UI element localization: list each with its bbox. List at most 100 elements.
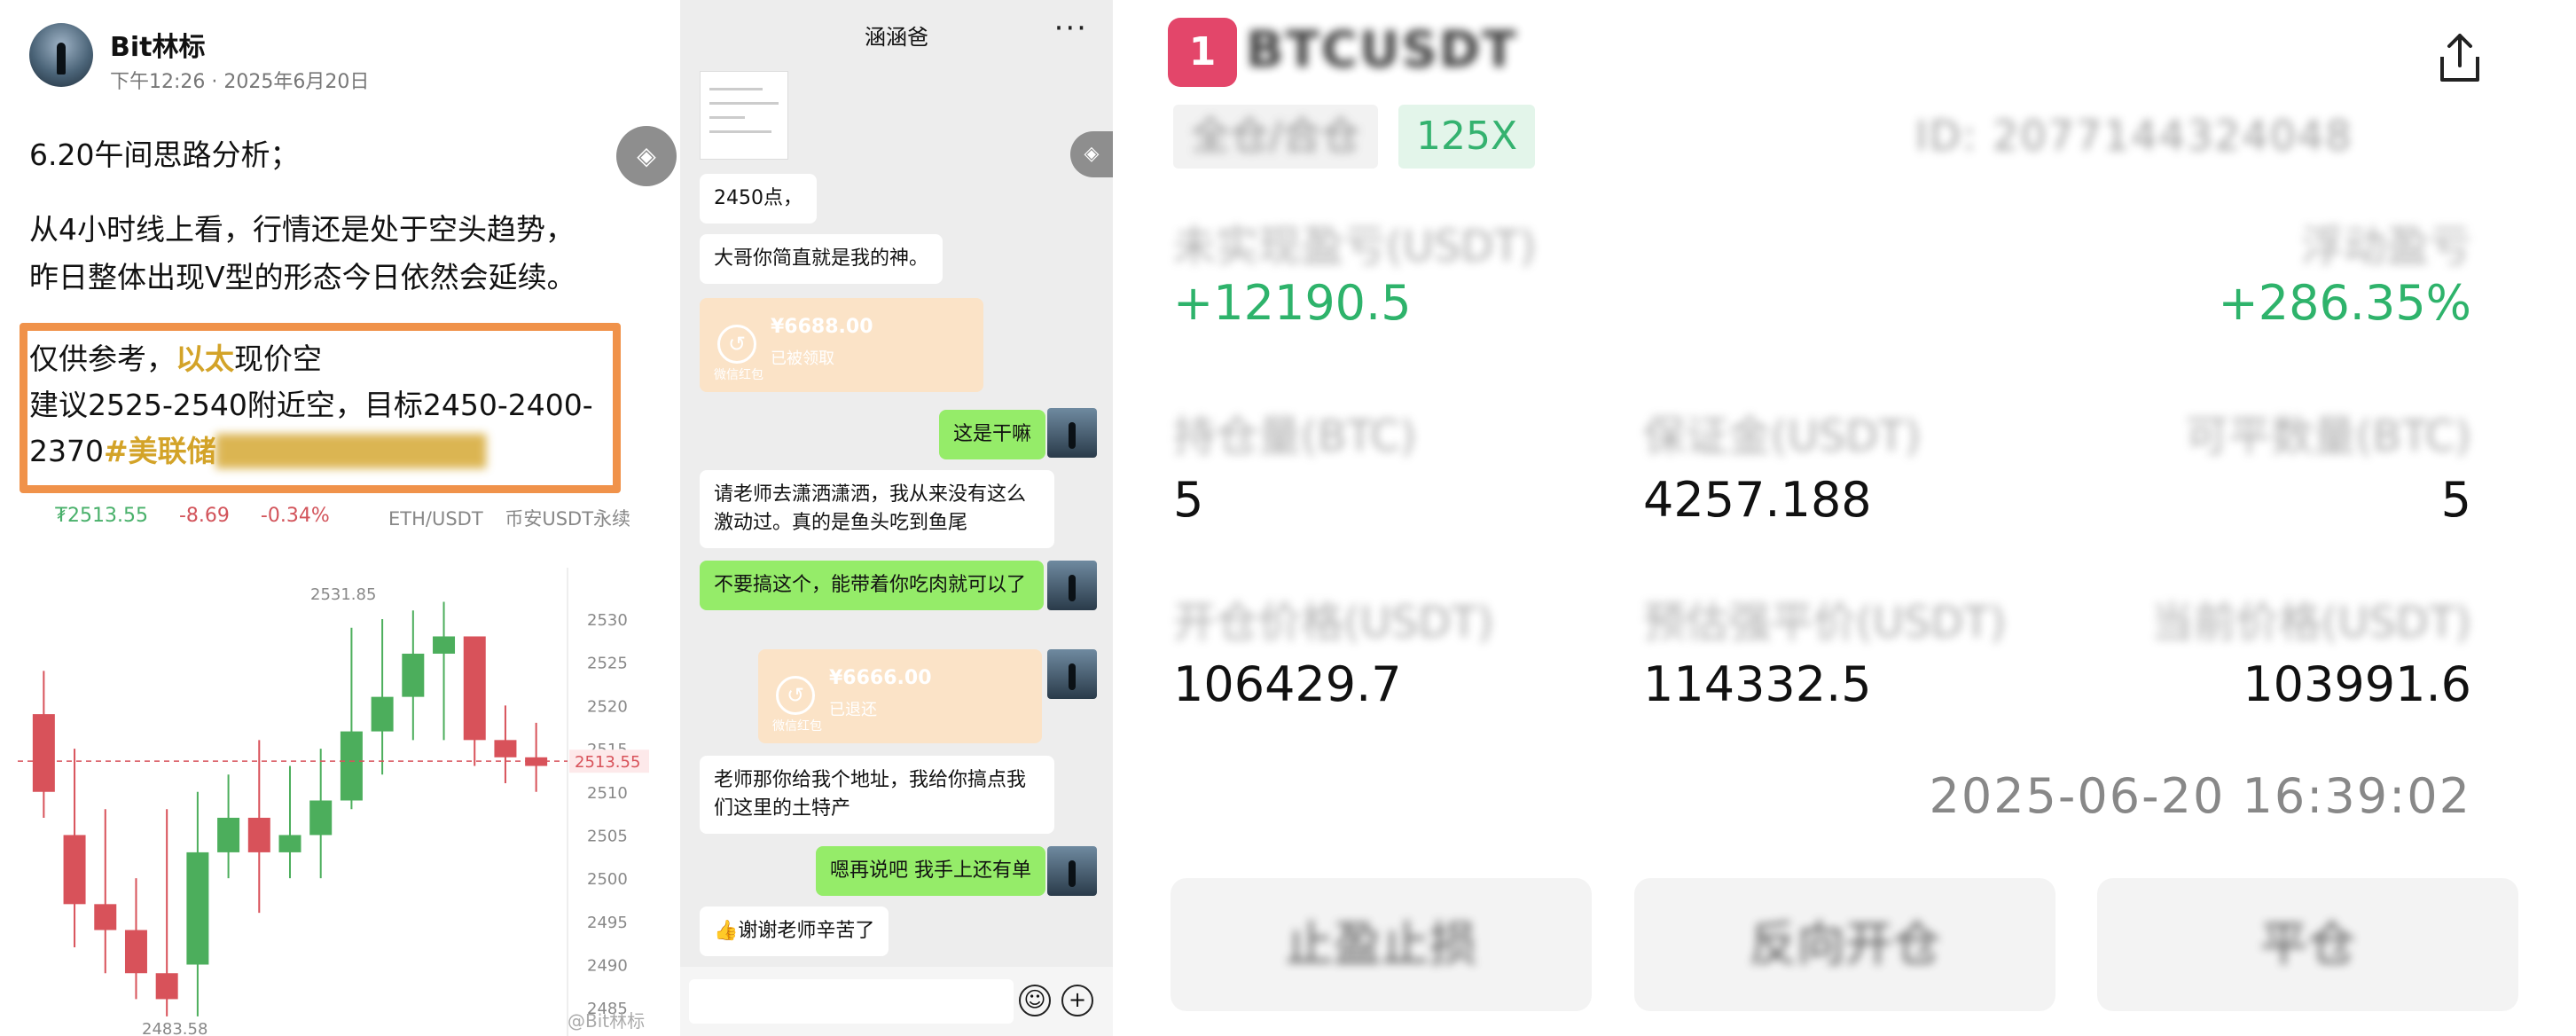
self-avatar[interactable] <box>1047 649 1097 699</box>
position-panel: 1 BTCUSDT 全仓/合仓 125X ID: 2077144324048 未… <box>1113 0 2576 1036</box>
candlestick-chart[interactable]: 2485249024952500250525102515252025252530… <box>18 568 656 1036</box>
red-packet-status: 已被领取 <box>771 349 834 368</box>
high-price-label: 2531.85 <box>310 585 376 604</box>
red-packet-message[interactable]: ↺ ¥6688.00 已被领取 微信红包 <box>700 298 983 392</box>
ticker-price: ₮2513.55 <box>55 505 148 527</box>
unrealized-pnl-label: 未实现盈亏(USDT) <box>1173 211 1536 273</box>
float-menu-icon[interactable]: ◈ <box>1070 131 1113 177</box>
candle-body <box>124 930 147 974</box>
message-right[interactable]: 不要搞这个，能带着你吃肉就可以了 <box>700 561 1044 610</box>
mark-price-label: 当前价格(USDT) <box>2151 587 2471 649</box>
closable-value: 5 <box>2440 472 2471 528</box>
post-line-2: 从4小时线上看，行情还是处于空头趋势， <box>29 212 575 247</box>
y-tick-label: 2505 <box>587 827 628 845</box>
message-input[interactable] <box>689 979 1014 1024</box>
author-name[interactable]: Bit林标 <box>110 25 206 64</box>
y-tick-label: 2490 <box>587 956 628 975</box>
emoji-icon[interactable]: ☺ <box>1019 985 1051 1016</box>
share-icon[interactable] <box>2431 30 2488 87</box>
red-packet-status: 已退还 <box>829 701 877 719</box>
self-avatar[interactable] <box>1047 408 1097 458</box>
message-left[interactable]: 2450点， <box>700 174 817 224</box>
ticker-bar: ₮2513.55 -8.69 -0.34% <box>55 505 330 527</box>
holding-value: 5 <box>1173 472 1204 528</box>
post-timestamp: 下午12:26 · 2025年6月20日 <box>110 71 370 93</box>
more-icon[interactable]: ··· <box>1054 11 1088 46</box>
y-tick-label: 2530 <box>587 611 628 630</box>
position-timestamp: 2025-06-20 16:39:02 <box>1929 768 2471 824</box>
label-text: 当前价格(USDT) <box>2150 598 2471 648</box>
closable-label: 可平数量(BTC) <box>2186 401 2471 463</box>
holding-label: 持仓量(BTC) <box>1173 401 1416 463</box>
candle-body <box>433 636 456 654</box>
post-line-3: 昨日整体出现V型的形态今日依然会延续。 <box>29 260 576 294</box>
margin-mode-tag: 全仓/合仓 <box>1173 105 1378 169</box>
contract-symbol: BTCUSDT <box>1246 21 1518 79</box>
candle-body <box>463 636 486 741</box>
message-right[interactable]: 这是干嘛 <box>938 410 1045 459</box>
red-packet-icon: ↺ <box>776 676 815 715</box>
button-label: 止盈止损 <box>1285 916 1477 972</box>
candle-body <box>494 740 517 757</box>
candle-body <box>32 714 55 792</box>
candle-body <box>63 835 86 905</box>
author-avatar[interactable] <box>29 23 93 87</box>
position-id-text: ID: 2077144324048 <box>1915 112 2353 160</box>
highlight-box <box>20 323 621 493</box>
open-price-label: 开仓价格(USDT) <box>1173 587 1493 649</box>
candle-body <box>402 653 425 697</box>
low-price-label: 2483.58 <box>142 1020 207 1036</box>
label-text: 未实现盈亏(USDT) <box>1173 222 1537 271</box>
close-position-button[interactable]: 平仓 <box>2097 878 2518 1011</box>
candle-body <box>340 731 363 801</box>
self-avatar[interactable] <box>1047 846 1097 896</box>
label-text: 保证金(USDT) <box>1643 412 1922 461</box>
candle-body <box>247 817 270 852</box>
y-tick-label: 2520 <box>587 697 628 716</box>
social-post-panel: Bit林标 下午12:26 · 2025年6月20日 6.20午间思路分析； 从… <box>0 0 680 1036</box>
liq-price-value: 114332.5 <box>1643 656 1872 712</box>
candle-body <box>309 800 333 836</box>
float-menu-icon[interactable]: ◈ <box>616 126 677 186</box>
watermark: @Bit林标 <box>568 1010 646 1032</box>
red-packet-footer: 微信红包 <box>772 719 822 734</box>
chat-panel: 涵涵爸 ··· ◈ 2450点， 大哥你简直就是我的神。 ↺ ¥6688.00 … <box>680 0 1113 1036</box>
message-left[interactable]: 大哥你简直就是我的神。 <box>700 234 943 284</box>
message-left[interactable]: 老师那你给我个地址，我给你搞点我们这里的土特产 <box>700 756 1054 834</box>
current-price-label: 2513.55 <box>575 753 640 772</box>
image-thumbnail[interactable] <box>700 71 788 160</box>
plus-icon[interactable]: + <box>1061 985 1093 1016</box>
button-label: 平仓 <box>2259 916 2356 972</box>
red-packet-amount: ¥6666.00 <box>829 667 932 689</box>
self-avatar[interactable] <box>1047 561 1097 610</box>
open-price-value: 106429.7 <box>1173 656 1402 712</box>
chat-input-bar: ☺ + <box>680 967 1113 1036</box>
mark-price-value: 103991.6 <box>2243 656 2471 712</box>
red-packet-message[interactable]: ↺ ¥6666.00 已退还 微信红包 <box>758 649 1042 743</box>
ticker-change: -8.69 <box>178 505 230 527</box>
chat-title: 涵涵爸 <box>865 25 928 50</box>
candle-body <box>155 973 178 1000</box>
button-label: 反向开仓 <box>1749 916 1941 972</box>
post-line-1: 6.20午间思路分析； <box>29 137 300 172</box>
pair-name: ETH/USDT <box>388 508 483 530</box>
label-text: 持仓量(BTC) <box>1173 412 1417 461</box>
tp-sl-button[interactable]: 止盈止损 <box>1171 878 1592 1011</box>
unrealized-pnl-value: +12190.5 <box>1173 275 1412 331</box>
red-packet-amount: ¥6688.00 <box>771 316 873 338</box>
label-text: 开仓价格(USDT) <box>1173 598 1494 648</box>
candle-body <box>186 852 209 965</box>
ticker-percent: -0.34% <box>260 505 330 527</box>
message-right[interactable]: 嗯再说吧 我手上还有单 <box>816 846 1045 896</box>
y-tick-label: 2495 <box>587 914 628 932</box>
reverse-button[interactable]: 反向开仓 <box>1634 878 2055 1011</box>
ticker-pair: ETH/USDT 币安USDT永续 <box>388 505 630 531</box>
red-packet-icon: ↺ <box>717 325 756 364</box>
message-left[interactable]: 请老师去潇洒潇洒，我从来没有这么激动过。真的是鱼头吃到鱼尾 <box>700 470 1054 548</box>
candle-body <box>278 835 301 852</box>
margin-label: 保证金(USDT) <box>1643 401 1921 463</box>
candle-body <box>94 904 117 930</box>
y-tick-label: 2525 <box>587 655 628 673</box>
roi-value: +286.35% <box>2218 275 2471 331</box>
message-left[interactable]: 👍谢谢老师辛苦了 <box>700 906 889 956</box>
